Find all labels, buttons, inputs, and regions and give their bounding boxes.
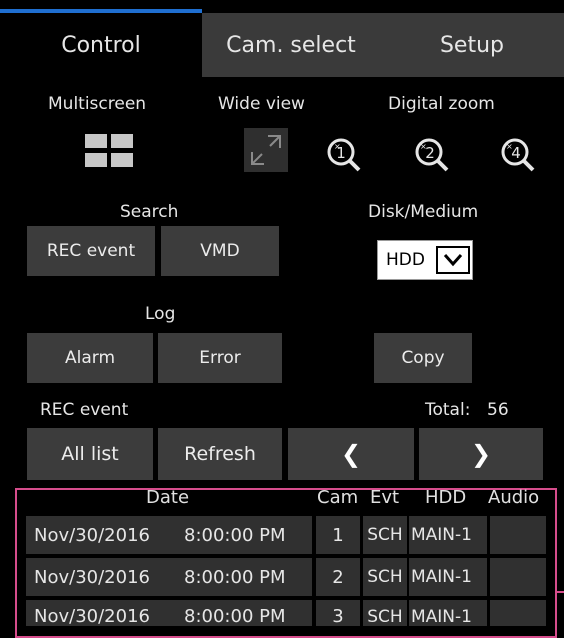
- row-time: 8:00:00 PM: [184, 606, 286, 627]
- row-time: 8:00:00 PM: [184, 566, 286, 588]
- wide-view-button[interactable]: [244, 128, 288, 172]
- digital-zoom-label: Digital zoom: [388, 94, 495, 114]
- row-date: Nov/30/2016: [34, 524, 150, 546]
- rec-event-section-label: REC event: [40, 400, 129, 420]
- disk-select-value: HDD: [386, 250, 425, 270]
- next-page-button[interactable]: ❯: [419, 428, 543, 480]
- row-date: Nov/30/2016: [34, 606, 150, 627]
- row-time: 8:00:00 PM: [184, 524, 286, 546]
- chevron-right-icon: ❯: [470, 440, 492, 468]
- tab-cam-select[interactable]: Cam. select: [202, 13, 380, 77]
- total-count: 56: [487, 400, 509, 420]
- column-header-hdd: HDD: [425, 487, 467, 508]
- row-audio: [490, 516, 546, 554]
- row-audio: [490, 600, 546, 626]
- error-button[interactable]: Error: [158, 333, 282, 383]
- rec-event-button[interactable]: REC event: [27, 226, 155, 276]
- search-label: Search: [120, 202, 179, 222]
- tab-setup[interactable]: Setup: [380, 13, 564, 77]
- alarm-button[interactable]: Alarm: [27, 333, 153, 383]
- highlight-marker: [556, 591, 564, 593]
- disk-medium-select[interactable]: HDD: [377, 240, 473, 280]
- refresh-button[interactable]: Refresh: [158, 428, 282, 480]
- row-audio: [490, 558, 546, 596]
- total-label: Total:: [425, 400, 471, 420]
- column-header-audio: Audio: [488, 487, 540, 508]
- column-header-cam: Cam: [317, 487, 359, 508]
- multiscreen-label: Multiscreen: [48, 94, 147, 114]
- row-hdd: MAIN-1: [409, 600, 487, 627]
- copy-button[interactable]: Copy: [374, 333, 472, 383]
- vmd-button[interactable]: VMD: [161, 226, 279, 276]
- zoom-x1-icon[interactable]: 1 ×: [326, 137, 362, 173]
- wide-view-label: Wide view: [218, 94, 305, 114]
- chevron-left-icon: ❮: [340, 440, 362, 468]
- zoom-x2-icon[interactable]: 2 ×: [414, 137, 450, 173]
- svg-text:×: ×: [506, 142, 513, 151]
- all-list-button[interactable]: All list: [27, 428, 153, 480]
- log-label: Log: [145, 304, 176, 324]
- tab-bar: Control Cam. select Setup: [0, 0, 564, 82]
- expand-icon: [251, 135, 281, 165]
- zoom-x4-icon[interactable]: 4 ×: [500, 137, 536, 173]
- row-hdd: MAIN-1: [409, 516, 487, 554]
- svg-text:×: ×: [420, 142, 427, 151]
- column-header-date: Date: [146, 487, 190, 508]
- disk-medium-label: Disk/Medium: [368, 202, 479, 222]
- row-evt: SCH: [363, 516, 407, 554]
- row-cam: 1: [316, 516, 360, 554]
- multiscreen-button[interactable]: [85, 134, 139, 170]
- chevron-down-icon: [436, 246, 470, 274]
- row-cam: 2: [316, 558, 360, 596]
- row-cam: 3: [316, 600, 360, 627]
- row-hdd: MAIN-1: [409, 558, 487, 596]
- column-header-evt: Evt: [370, 487, 400, 508]
- row-evt: SCH: [363, 600, 407, 627]
- row-date: Nov/30/2016: [34, 566, 150, 588]
- previous-page-button[interactable]: ❮: [288, 428, 414, 480]
- svg-text:×: ×: [334, 142, 341, 151]
- tab-control[interactable]: Control: [0, 13, 202, 77]
- row-evt: SCH: [363, 558, 407, 596]
